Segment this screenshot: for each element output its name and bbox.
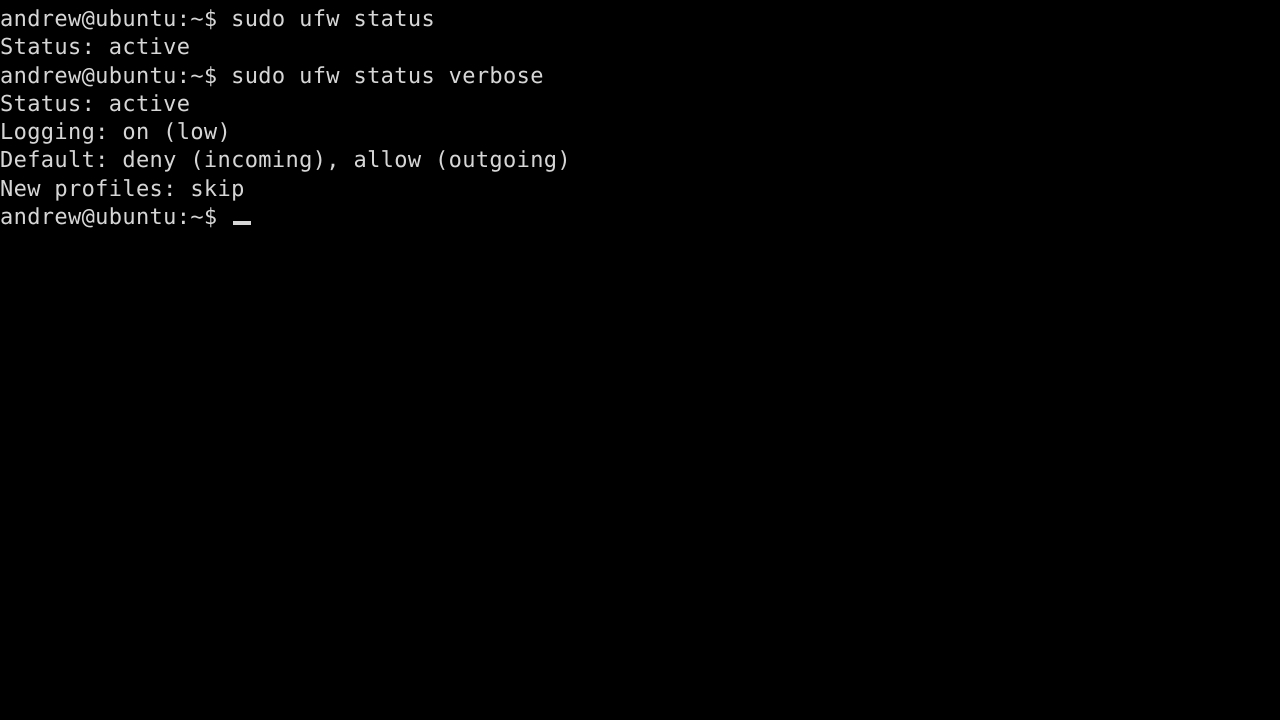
terminal-line-output-default-policy: Default: deny (incoming), allow (outgoin… <box>0 148 571 174</box>
terminal-line-output-status-active-verbose: Status: active <box>0 91 191 117</box>
terminal-line-output-logging: Logging: on (low) <box>0 120 232 146</box>
terminal-line-output-status-active: Status: active <box>0 35 191 61</box>
terminal-line-output-new-profiles: New profiles: skip <box>0 176 245 202</box>
terminal-screen[interactable]: andrew@ubuntu:~$ sudo ufw status Status:… <box>0 0 1280 720</box>
terminal-line-command-ufw-status: andrew@ubuntu:~$ sudo ufw status <box>0 7 436 32</box>
text-cursor <box>233 221 252 226</box>
terminal-line-active-prompt[interactable]: andrew@ubuntu:~$ <box>0 204 1280 232</box>
prompt-text: andrew@ubuntu:~$ <box>0 205 232 231</box>
terminal-line-command-ufw-status-verbose: andrew@ubuntu:~$ sudo ufw status verbose <box>0 63 544 89</box>
